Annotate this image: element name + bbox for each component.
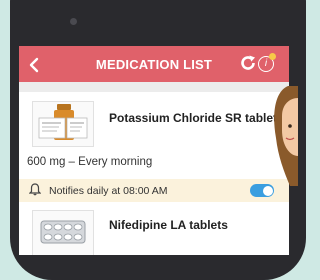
medication-name: Potassium Chloride SR tablets <box>109 111 284 125</box>
medication-name: Nifedipine LA tablets <box>109 218 228 232</box>
character-illustration <box>268 86 298 206</box>
medication-image <box>32 210 94 255</box>
medication-dose: 600 mg – Every morning <box>27 156 153 168</box>
blister-pack-icon <box>40 220 86 244</box>
medication-card[interactable]: Nifedipine LA tablets <box>19 202 289 255</box>
app-screen: MEDICATION LIST i Potassium Chloride SR … <box>19 46 289 255</box>
pill-bottle-icon <box>38 104 88 140</box>
refresh-icon <box>241 55 255 70</box>
notification-dot <box>269 53 276 60</box>
notification-row: Notifies daily at 08:00 AM <box>19 179 289 202</box>
medication-card[interactable]: Potassium Chloride SR tablets 600 mg – E… <box>19 92 289 179</box>
app-bar: MEDICATION LIST i <box>19 46 289 82</box>
refresh-button[interactable] <box>239 54 257 76</box>
medication-image <box>32 101 94 147</box>
info-icon: i <box>264 58 268 69</box>
bell-icon <box>28 183 42 199</box>
front-camera <box>70 18 77 25</box>
notification-text: Notifies daily at 08:00 AM <box>49 185 168 197</box>
